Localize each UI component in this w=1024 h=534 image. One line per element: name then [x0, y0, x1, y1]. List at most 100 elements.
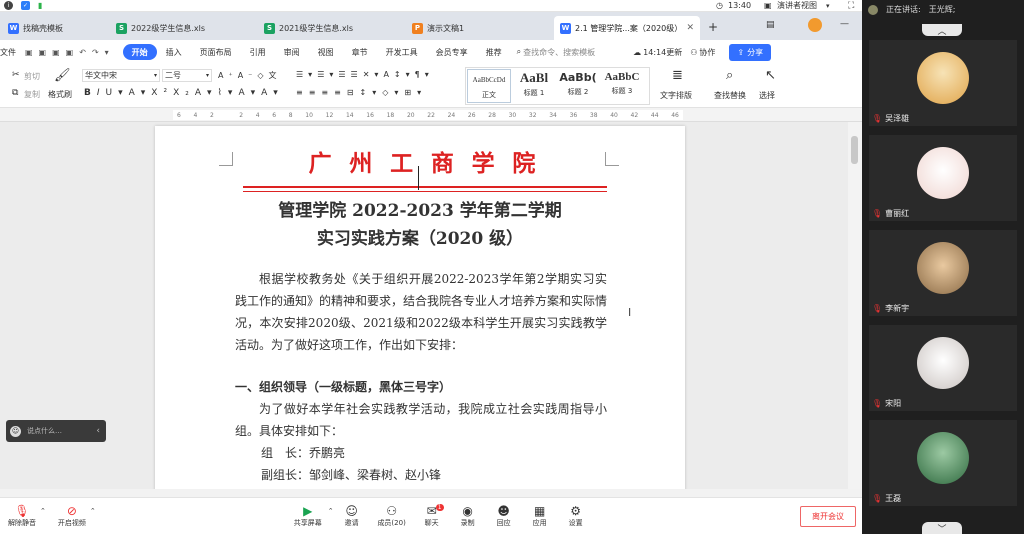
document-page[interactable]: 广 州 工 商 学 院 管理学院 2022-2023 学年第二学期 实习实践方案… — [155, 126, 685, 489]
menu-home[interactable]: 开始 — [122, 44, 157, 60]
record-button[interactable]: ◉ 录制 — [450, 504, 486, 528]
tab-label: 演示文稿1 — [427, 23, 465, 33]
style-heading3[interactable]: AaBbC 标题 3 — [600, 68, 644, 104]
new-tab-icon[interactable]: + — [708, 20, 718, 34]
chevron-left-icon[interactable]: ‹ — [96, 426, 100, 436]
font-tools-row1[interactable]: A⁺A⁻◇文 — [218, 70, 282, 81]
style-heading1[interactable]: AaBl 标题 1 — [512, 68, 556, 104]
chevron-down-icon[interactable]: ▾ — [826, 2, 830, 10]
scroll-thumb[interactable] — [851, 136, 858, 164]
share-button[interactable]: ⇪ 分享 — [729, 43, 772, 61]
shield-check-icon[interactable]: ✓ — [21, 1, 30, 10]
scroll-down-button[interactable]: ﹀ — [922, 522, 962, 534]
participant-tile-4[interactable]: 🎙 宋阳 — [869, 325, 1017, 411]
paragraph-tools-row2[interactable]: ≡≡≡≡⊟↕▾◇▾⊞▾ — [296, 88, 427, 97]
format-painter-label[interactable]: 格式刷 — [48, 89, 72, 100]
participant-tile-5[interactable]: 🎙 王磊 — [869, 420, 1017, 506]
menu-chapter[interactable]: 章节 — [343, 44, 377, 60]
cut-icon[interactable]: ✂ — [12, 70, 20, 80]
menu-layout[interactable]: 页面布局 — [191, 44, 241, 60]
tab-doc-3[interactable]: S 2021级学生信息.xls — [258, 16, 404, 40]
vertical-scrollbar[interactable] — [848, 122, 862, 489]
format-painter-icon[interactable]: 🖌 — [54, 68, 71, 83]
chat-input[interactable]: ☺ 说点什么… ‹ — [6, 420, 106, 442]
style-preview: AaBl — [519, 70, 549, 85]
info-icon[interactable]: i — [4, 1, 13, 10]
participant-tile-3[interactable]: 🎙 李新宇 — [869, 230, 1017, 316]
participant-tile-2[interactable]: 🎙 曹丽红 — [869, 135, 1017, 221]
heading-level-1[interactable]: 一、组织领导（一级标题，黑体三号字） — [235, 376, 607, 398]
presenter-view-button[interactable]: 演讲者视图 — [777, 0, 817, 11]
style-normal[interactable]: AaBbCcDd 正文 — [467, 69, 511, 103]
layout-icon[interactable]: ▤ — [766, 20, 775, 30]
command-search-input[interactable]: 查找命令、搜索模板 — [523, 47, 633, 58]
menu-recommend[interactable]: 推荐 — [477, 44, 511, 60]
menu-view[interactable]: 视图 — [309, 44, 343, 60]
tab-doc-5[interactable]: W 2.1 管理学院...案（2020级） ✕ — [554, 16, 700, 40]
font-family-select[interactable]: 华文中宋 ▾ — [82, 69, 160, 82]
ruler-tick: 26 — [467, 111, 476, 119]
menu-developer[interactable]: 开发工具 — [377, 44, 427, 60]
menu-review[interactable]: 审阅 — [275, 44, 309, 60]
text-layout-icon[interactable]: ≣ — [672, 68, 683, 83]
apps-button[interactable]: ▦ 应用 — [522, 504, 558, 528]
text-layout-label[interactable]: 文字排版 — [660, 90, 692, 101]
body-paragraph-1[interactable]: 根据学校教务处《关于组织开展2022-2023学年第2学期实习实践工作的通知》的… — [235, 268, 607, 356]
ruler-tick: 20 — [406, 111, 415, 119]
document-title-line2[interactable]: 实习实践方案（2020 级） — [225, 224, 615, 249]
speaker-name: 王光辉; — [928, 5, 956, 14]
invite-button[interactable]: ☺ 邀请 — [334, 504, 370, 528]
cursor-select-icon[interactable]: ↖ — [765, 68, 776, 83]
settings-button[interactable]: ⚙ 设置 — [558, 504, 594, 528]
chevron-up-icon[interactable]: ⌃ — [90, 507, 96, 515]
tab-doc-4[interactable]: P 演示文稿1 — [406, 16, 552, 40]
reaction-button[interactable]: ☻ 回应 — [486, 504, 522, 528]
menu-file[interactable]: 文件 — [0, 44, 25, 60]
mute-button[interactable]: 🎙 解除静音 — [4, 504, 40, 528]
leader-line[interactable]: 组 长：乔鹏亮 — [261, 442, 601, 464]
style-heading2[interactable]: AaBb( 标题 2 — [556, 68, 600, 104]
menu-member[interactable]: 会员专享 — [427, 44, 477, 60]
style-label: 标题 1 — [523, 89, 545, 97]
tab-doc-2[interactable]: S 2022级学生信息.xls — [110, 16, 256, 40]
chat-button[interactable]: ✉ 1 聊天 — [414, 504, 450, 528]
find-replace-icon[interactable]: ⌕ — [726, 68, 733, 83]
tab-doc-1[interactable]: W 找稿壳模板 — [2, 16, 108, 40]
close-icon[interactable]: ✕ — [686, 23, 694, 33]
cut-label[interactable]: 剪切 — [24, 71, 40, 82]
presenter-view-icon[interactable]: ▣ — [764, 1, 772, 10]
avatar[interactable] — [808, 18, 822, 32]
minimize-icon[interactable]: — — [840, 19, 849, 29]
copy-label[interactable]: 复制 — [24, 89, 40, 100]
participant-tile-1[interactable]: 🎙 吴泽雄 — [869, 40, 1017, 126]
menu-insert[interactable]: 插入 — [157, 44, 191, 60]
fullscreen-icon[interactable]: ⛶ — [848, 1, 854, 11]
font-size-select[interactable]: 二号 ▾ — [162, 69, 212, 82]
paragraph-tools-row1[interactable]: ☰▾☰▾☰☰✕▾A↕▾¶▾ — [296, 70, 434, 79]
leave-meeting-button[interactable]: 离开会议 — [800, 506, 856, 527]
members-button[interactable]: ⚇ 成员(20) — [370, 504, 414, 528]
video-button[interactable]: ⊘ 开启视频 — [54, 504, 90, 528]
document-canvas[interactable]: ▤▾ 广 州 工 商 学 院 管理学院 2022-2023 学年第二学期 实习实… — [0, 122, 848, 489]
select-label[interactable]: 选择 — [759, 90, 775, 101]
copy-icon[interactable]: ⧉ — [12, 88, 18, 98]
chat-badge: 1 — [435, 504, 444, 511]
update-status[interactable]: 14:14更新 — [643, 47, 682, 58]
menu-references[interactable]: 引用 — [241, 44, 275, 60]
font-tools-row2[interactable]: B I U▾A▾X²X₂A▾⌇▾A▾A▾ — [84, 88, 284, 98]
participant-name-text: 王磊 — [885, 494, 902, 503]
scroll-up-button[interactable]: ︿ — [922, 24, 962, 37]
tab-label: 找稿壳模板 — [23, 23, 63, 33]
collab-button[interactable]: 协作 — [699, 47, 715, 58]
quick-access-icons[interactable]: ▣▣▣▣↶↷▾ — [25, 48, 115, 57]
horizontal-ruler[interactable]: 6 4 2 2 4 6 8 10 12 14 16 18 20 22 24 26… — [0, 108, 862, 122]
deputy-leader-line[interactable]: 副组长：邹剑峰、梁春树、赵小锋 — [261, 464, 601, 486]
college-header-title[interactable]: 广 州 工 商 学 院 — [245, 144, 605, 178]
find-replace-label[interactable]: 查找替换 — [714, 90, 746, 101]
emoji-icon[interactable]: ☺ — [10, 425, 21, 437]
text-ibeam-cursor-icon: I — [628, 306, 632, 319]
document-title-line1[interactable]: 管理学院 2022-2023 学年第二学期 — [225, 196, 615, 221]
share-screen-button[interactable]: ▶ 共享屏幕 — [288, 504, 328, 528]
body-paragraph-2[interactable]: 为了做好本学年社会实践教学活动，我院成立社会实践周指导小组。具体安排如下： — [235, 398, 607, 442]
chevron-up-icon[interactable]: ⌃ — [40, 507, 46, 515]
